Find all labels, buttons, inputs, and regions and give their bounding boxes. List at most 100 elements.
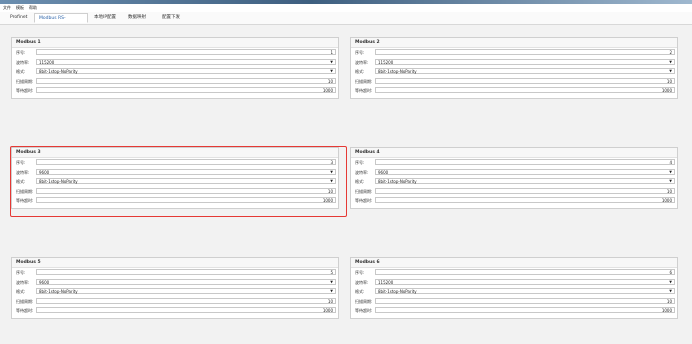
row-scan: 扫描周期: 10 [355, 77, 675, 85]
tab-modbus-rs485[interactable]: Modbus RS-485▼ [34, 13, 88, 31]
row-baud: 波特率: 115200 ▼ [355, 58, 675, 66]
baud-value: 115200 [39, 59, 55, 65]
chevron-down-icon: ▼ [669, 169, 672, 174]
format-select[interactable]: 8bit-1stop-NoParity ▼ [375, 68, 675, 74]
tab-label: Profinet [10, 15, 28, 20]
format-select[interactable]: 8bit-1stop-NoParity ▼ [375, 288, 675, 294]
format-value: 8bit-1stop-NoParity [39, 69, 78, 74]
index-input[interactable]: 6 [375, 269, 675, 275]
modbus-panel-1: Modbus 1 序号: 1 波特率: 115200 ▼ 格式: 8bit-1stop-NoP… [11, 37, 339, 99]
label-baud: 波特率: [16, 279, 30, 285]
row-timeout: 等待超时: 1000 [16, 87, 336, 94]
panel-title: Modbus 4 [351, 148, 677, 158]
label-timeout: 等待超时: [16, 88, 34, 93]
baud-value: 9600 [378, 169, 389, 175]
scan-input[interactable]: 10 [375, 77, 675, 84]
scan-input[interactable]: 10 [375, 297, 675, 304]
baud-select[interactable]: 9600 ▼ [375, 168, 675, 175]
row-format: 格式: 8bit-1stop-NoParity ▼ [355, 288, 675, 295]
tab-profinet[interactable]: Profinet [6, 13, 31, 23]
tab-local-ip-config[interactable]: 本地IP配置 [90, 13, 120, 23]
row-scan: 扫描周期: 10 [355, 187, 675, 195]
label-scan: 扫描周期: [16, 298, 34, 304]
row-format: 格式: 8bit-1stop-NoParity ▼ [355, 178, 675, 185]
index-input[interactable]: 1 [36, 49, 336, 55]
chevron-down-icon: ▼ [669, 69, 672, 73]
baud-value: 9600 [39, 279, 50, 285]
index-input[interactable]: 2 [375, 49, 675, 55]
row-index: 序号: 5 [16, 269, 336, 276]
tab-config-download[interactable]: 配置下发 [158, 13, 184, 23]
chevron-down-icon: ▼ [330, 289, 333, 293]
index-input[interactable]: 4 [375, 159, 675, 165]
label-index: 序号: [355, 270, 365, 275]
baud-select[interactable]: 115200 ▼ [375, 278, 675, 285]
timeout-input[interactable]: 1000 [375, 87, 675, 93]
label-timeout: 等待超时: [355, 88, 373, 93]
row-format: 格式: 8bit-1stop-NoParity ▼ [16, 68, 336, 75]
label-timeout: 等待超时: [355, 198, 373, 203]
label-format: 格式: [355, 179, 365, 184]
label-scan: 扫描周期: [355, 188, 373, 194]
format-select[interactable]: 8bit-1stop-NoParity ▼ [375, 178, 675, 184]
format-value: 8bit-1stop-NoParity [378, 69, 417, 74]
row-scan: 扫描周期: 10 [16, 297, 336, 305]
row-baud: 波特率: 9600 ▼ [16, 278, 336, 286]
label-index: 序号: [355, 50, 365, 55]
row-index: 序号: 6 [355, 269, 675, 276]
tab-label: 配置下发 [162, 15, 180, 20]
chevron-down-icon: ▼ [669, 289, 672, 293]
tab-label: 本地IP配置 [94, 15, 117, 20]
baud-select[interactable]: 9600 ▼ [36, 278, 336, 285]
modbus-panel-6: Modbus 6 序号: 6 波特率: 115200 ▼ 格式: 8bit-1stop-NoP… [350, 257, 678, 319]
index-input[interactable]: 5 [36, 269, 336, 275]
chevron-down-icon: ▼ [330, 279, 333, 284]
tab-data-mapping[interactable]: 数据映射 [124, 13, 150, 23]
row-baud: 波特率: 115200 ▼ [16, 58, 336, 66]
selection-highlight [10, 146, 347, 217]
modbus-panel-2: Modbus 2 序号: 2 波特率: 115200 ▼ 格式: 8bit-1stop-NoP… [350, 37, 678, 99]
chevron-down-icon: ▼ [330, 59, 333, 64]
panel-title: Modbus 1 [12, 38, 338, 48]
menu-bar: 文件 模板 帮助 [0, 4, 692, 12]
label-format: 格式: [355, 69, 365, 74]
timeout-input[interactable]: 1000 [375, 307, 675, 313]
chevron-down-icon: ▼ [669, 179, 672, 183]
label-baud: 波特率: [355, 279, 369, 285]
timeout-input[interactable]: 1000 [36, 307, 336, 313]
row-timeout: 等待超时: 1000 [355, 87, 675, 94]
baud-select[interactable]: 115200 ▼ [375, 58, 675, 65]
modbus-panel-4: Modbus 4 序号: 4 波特率: 9600 ▼ 格式: 8bit-1stop-NoPar… [350, 147, 678, 209]
row-baud: 波特率: 9600 ▼ [355, 168, 675, 176]
row-index: 序号: 4 [355, 159, 675, 166]
format-value: 8bit-1stop-NoParity [378, 289, 417, 294]
row-scan: 扫描周期: 10 [16, 77, 336, 85]
tab-bar: Profinet Modbus RS-485▼ 本地IP配置 数据映射 配置下发 [0, 12, 692, 31]
row-baud: 波特率: 115200 ▼ [355, 278, 675, 286]
label-baud: 波特率: [16, 59, 30, 65]
scan-input[interactable]: 10 [36, 297, 336, 304]
baud-select[interactable]: 115200 ▼ [36, 58, 336, 65]
scan-input[interactable]: 10 [375, 187, 675, 194]
format-select[interactable]: 8bit-1stop-NoParity ▼ [36, 68, 336, 74]
label-scan: 扫描周期: [355, 78, 373, 84]
menu-template[interactable]: 模板 [13, 5, 26, 11]
label-format: 格式: [355, 289, 365, 294]
chevron-down-icon: ▼ [669, 279, 672, 284]
row-format: 格式: 8bit-1stop-NoParity ▼ [16, 288, 336, 295]
chevron-down-icon: ▼ [330, 69, 333, 73]
label-timeout: 等待超时: [16, 308, 34, 313]
panel-title: Modbus 2 [351, 38, 677, 48]
menu-help[interactable]: 帮助 [26, 5, 39, 11]
label-baud: 波特率: [355, 59, 369, 65]
row-index: 序号: 1 [16, 49, 336, 56]
scan-input[interactable]: 10 [36, 77, 336, 84]
menu-file[interactable]: 文件 [0, 5, 13, 11]
panel-title: Modbus 5 [12, 258, 338, 268]
timeout-input[interactable]: 1000 [375, 197, 675, 203]
label-baud: 波特率: [355, 169, 369, 175]
row-scan: 扫描周期: 10 [355, 297, 675, 305]
timeout-input[interactable]: 1000 [36, 87, 336, 93]
chevron-down-icon: ▼ [669, 59, 672, 64]
format-select[interactable]: 8bit-1stop-NoParity ▼ [36, 288, 336, 294]
